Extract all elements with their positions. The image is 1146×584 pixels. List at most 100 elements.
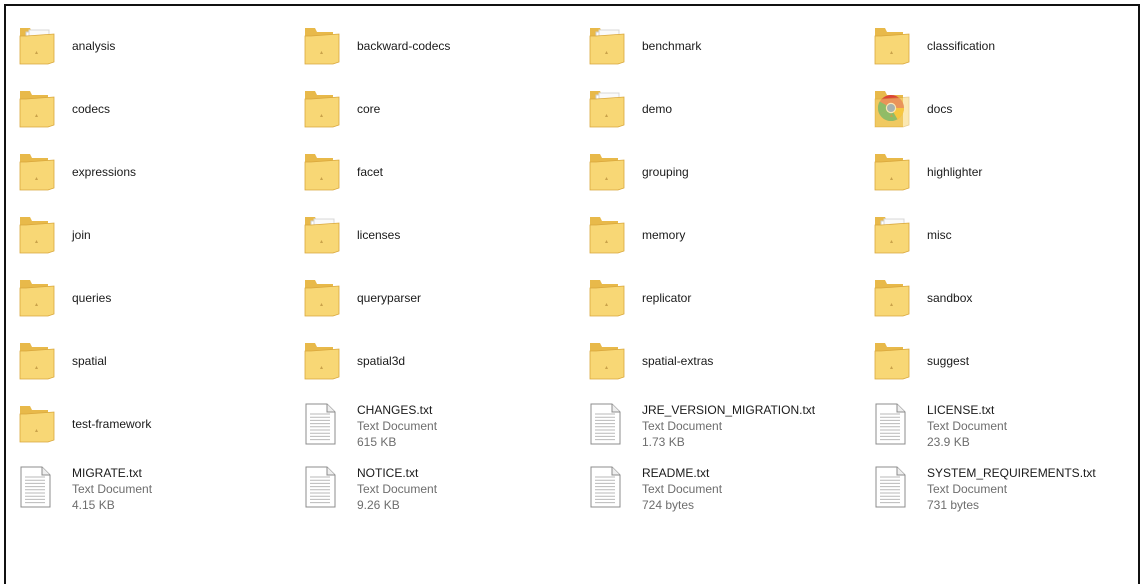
item-details: LICENSE.txt Text Document 23.9 KB [927,402,1007,450]
item-details: queries [72,276,111,306]
svg-text:▴: ▴ [35,364,38,371]
folder-item[interactable]: ▴ benchmark [588,18,873,81]
item-size: 23.9 KB [927,435,970,449]
folder-icon: ▴ [18,276,64,324]
folder-item[interactable]: ▴ backward-codecs [303,18,588,81]
folder-item[interactable]: ▴ suggest [873,333,1128,396]
file-explorer-window: ▴ analysis ▴ backward-codecs ▴ benchmark… [4,4,1140,584]
item-name: benchmark [642,39,702,53]
item-name: licenses [357,228,401,242]
folder-icon: ▴ [303,87,349,135]
item-type: Text Document [642,482,723,496]
item-details: docs [927,87,952,117]
item-details: JRE_VERSION_MIGRATION.txt Text Document 1.… [642,402,815,450]
text-document-icon [588,402,634,450]
folder-item[interactable]: ▴ spatial-extras [588,333,873,396]
folder-chrome-icon: ▴ [873,87,919,135]
svg-text:▴: ▴ [35,175,38,182]
folder-item[interactable]: ▴ spatial [18,333,303,396]
svg-text:▴: ▴ [890,301,893,308]
item-name: backward-codecs [357,39,451,53]
folder-icon: ▴ [588,213,634,261]
item-size: 724 bytes [642,498,695,512]
item-details: memory [642,213,685,243]
svg-text:▴: ▴ [605,364,608,371]
folder-item[interactable]: ▴ test-framework [18,396,303,459]
item-name: spatial-extras [642,354,714,368]
folder-item[interactable]: ▴ core [303,81,588,144]
folder-item[interactable]: ▴ queryparser [303,270,588,333]
file-item[interactable]: SYSTEM_REQUIREMENTS.txt Text Document 731 … [873,459,1128,522]
folder-icon: ▴ [873,150,919,198]
svg-text:▴: ▴ [35,427,38,434]
folder-item[interactable]: ▴ memory [588,207,873,270]
svg-text:▴: ▴ [605,175,608,182]
item-name: SYSTEM_REQUIREMENTS.txt [927,466,1096,480]
svg-text:▴: ▴ [320,364,323,371]
item-name: classification [927,39,996,53]
item-details: join [72,213,91,243]
folder-item[interactable]: ▴ highlighter [873,144,1128,207]
item-details: codecs [72,87,110,117]
folder-item[interactable]: ▴ grouping [588,144,873,207]
item-name: grouping [642,165,689,179]
item-name: spatial3d [357,354,406,368]
svg-text:▴: ▴ [320,238,323,245]
folder-item[interactable]: ▴ facet [303,144,588,207]
item-details: facet [357,150,383,180]
text-document-icon [18,465,64,513]
item-name: core [357,102,381,116]
file-item[interactable]: CHANGES.txt Text Document 615 KB [303,396,588,459]
item-details: sandbox [927,276,972,306]
item-details: README.txt Text Document 724 bytes [642,465,722,513]
folder-item[interactable]: ▴ replicator [588,270,873,333]
svg-text:▴: ▴ [890,364,893,371]
folder-with-pages-icon: ▴ [303,213,349,261]
file-item[interactable]: README.txt Text Document 724 bytes [588,459,873,522]
item-details: suggest [927,339,969,369]
file-item[interactable]: NOTICE.txt Text Document 9.26 KB [303,459,588,522]
folder-item[interactable]: ▴ sandbox [873,270,1128,333]
folder-icon: ▴ [303,150,349,198]
folder-item[interactable]: ▴ expressions [18,144,303,207]
item-name: facet [357,165,384,179]
svg-text:▴: ▴ [605,49,608,56]
svg-text:▴: ▴ [890,112,893,119]
item-details: expressions [72,150,136,180]
item-type: Text Document [357,482,438,496]
folder-with-pages-icon: ▴ [873,213,919,261]
file-item[interactable]: MIGRATE.txt Text Document 4.15 KB [18,459,303,522]
text-document-icon [588,465,634,513]
text-document-icon [303,402,349,450]
folder-item[interactable]: ▴ join [18,207,303,270]
item-name: spatial [72,354,107,368]
item-size: 9.26 KB [357,498,400,512]
folder-item[interactable]: ▴ analysis [18,18,303,81]
item-name: CHANGES.txt [357,403,433,417]
folder-item[interactable]: ▴ misc [873,207,1128,270]
file-item[interactable]: JRE_VERSION_MIGRATION.txt Text Document 1.… [588,396,873,459]
folder-item[interactable]: ▴ classification [873,18,1128,81]
folder-with-pages-icon: ▴ [18,24,64,72]
item-size: 731 bytes [927,498,980,512]
item-size: 4.15 KB [72,498,115,512]
item-type: Text Document [927,482,1008,496]
folder-item[interactable]: ▴ licenses [303,207,588,270]
folder-item[interactable]: ▴ docs [873,81,1128,144]
item-details: test-framework [72,402,151,432]
item-details: misc [927,213,952,243]
svg-text:▴: ▴ [605,301,608,308]
folder-item[interactable]: ▴ demo [588,81,873,144]
folder-item[interactable]: ▴ spatial3d [303,333,588,396]
svg-text:▴: ▴ [320,301,323,308]
folder-item[interactable]: ▴ codecs [18,81,303,144]
folder-item[interactable]: ▴ queries [18,270,303,333]
item-name: sandbox [927,291,973,305]
svg-text:▴: ▴ [35,49,38,56]
svg-text:▴: ▴ [605,238,608,245]
folder-icon: ▴ [873,24,919,72]
item-type: Text Document [927,419,1008,433]
item-details: MIGRATE.txt Text Document 4.15 KB [72,465,152,513]
file-item[interactable]: LICENSE.txt Text Document 23.9 KB [873,396,1128,459]
item-type: Text Document [642,419,723,433]
